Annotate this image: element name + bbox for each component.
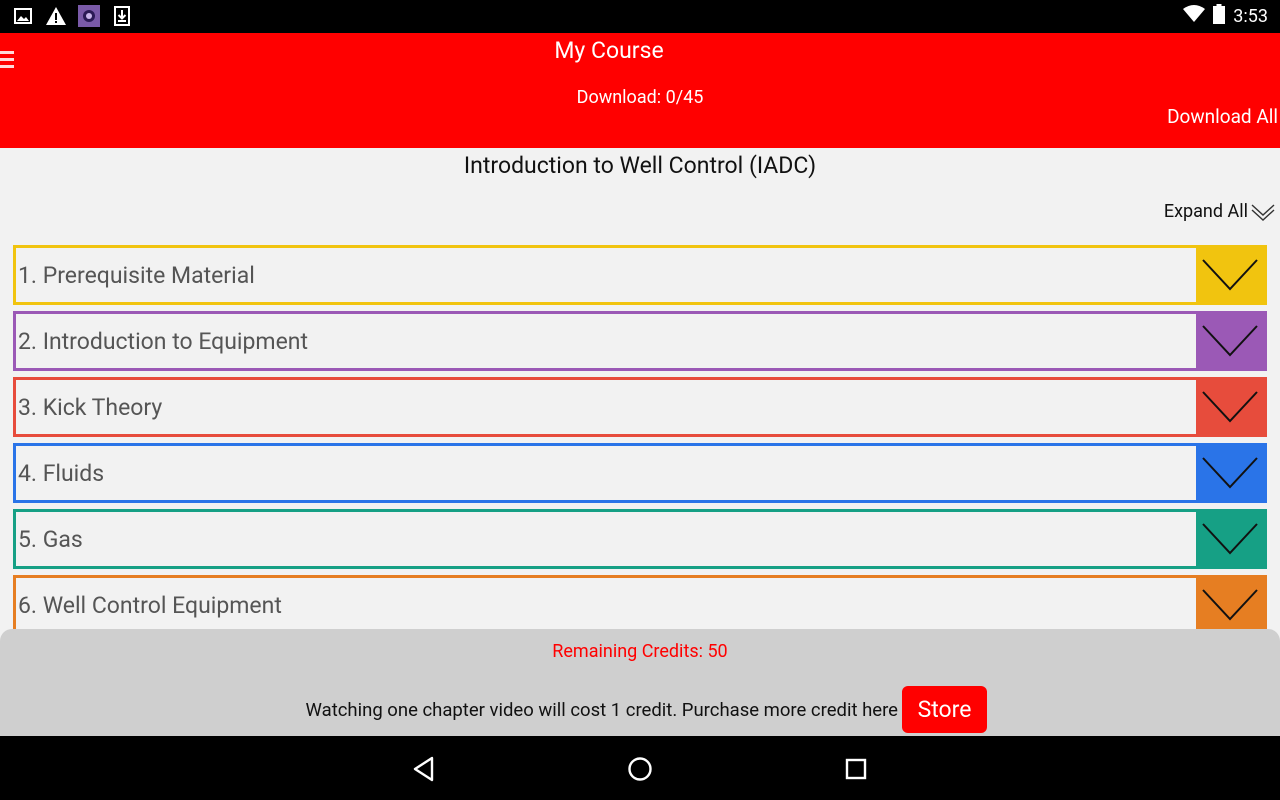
double-chevron-down-icon [1251,203,1275,221]
chapter-label: 4. Fluids [18,460,105,487]
recents-icon[interactable] [841,754,871,784]
chevron-down-icon [1202,457,1258,489]
chapter-row[interactable]: 2. Introduction to Equipment [13,311,1267,371]
chevron-down-icon [1202,325,1258,357]
chapter-label: 2. Introduction to Equipment [18,328,309,355]
home-icon[interactable] [625,754,655,784]
download-all-button[interactable]: Download All [1167,105,1278,128]
app-header: My Course Download: 0/45 Download All [0,33,1280,148]
chapter-row[interactable]: 1. Prerequisite Material [13,245,1267,305]
chapter-label: 5. Gas [18,526,83,553]
wifi-icon [1183,5,1206,28]
system-nav-bar [0,736,1280,800]
clock: 3:53 [1233,6,1268,27]
chevron-down-icon [1202,391,1258,423]
purchase-row: Watching one chapter video will cost 1 c… [306,686,987,733]
chevron-down-icon [1202,523,1258,555]
download-status: Download: 0/45 [576,87,704,108]
chapter-list: 1. Prerequisite Material 2. Introduction… [13,245,1267,641]
warning-icon [45,5,67,27]
chevron-down-icon [1202,589,1258,621]
chapter-row[interactable]: 3. Kick Theory [13,377,1267,437]
page-title: My Course [554,37,664,64]
chevron-down-icon [1202,259,1258,291]
chapter-expand-toggle[interactable] [1196,245,1264,305]
chapter-expand-toggle[interactable] [1196,509,1264,569]
chapter-label: 3. Kick Theory [18,394,163,421]
chapter-expand-toggle[interactable] [1196,377,1264,437]
chapter-expand-toggle[interactable] [1196,443,1264,503]
purchase-info-text: Watching one chapter video will cost 1 c… [305,698,898,721]
chapter-row[interactable]: 4. Fluids [13,443,1267,503]
image-icon [12,5,34,27]
download-icon [111,5,133,27]
back-icon[interactable] [409,754,439,784]
chapter-label: 1. Prerequisite Material [18,262,255,289]
chapter-expand-toggle[interactable] [1196,575,1264,635]
store-button[interactable]: Store [902,686,987,733]
remaining-credits: Remaining Credits: 50 [552,641,728,662]
chapter-row[interactable]: 5. Gas [13,509,1267,569]
system-status: 3:53 [1183,4,1268,29]
app-thumbnail-icon [78,5,100,27]
notification-icons [12,5,133,27]
status-bar: 3:53 [0,0,1280,33]
chapter-row[interactable]: 6. Well Control Equipment [13,575,1267,635]
chapter-label: 6. Well Control Equipment [18,592,282,619]
course-title: Introduction to Well Control (IADC) [463,152,817,179]
credits-panel: Remaining Credits: 50 Watching one chapt… [0,629,1280,736]
battery-icon [1213,4,1226,29]
expand-all-label: Expand All [1163,201,1248,222]
chapter-expand-toggle[interactable] [1196,311,1264,371]
expand-all-button[interactable]: Expand All [1164,201,1276,222]
